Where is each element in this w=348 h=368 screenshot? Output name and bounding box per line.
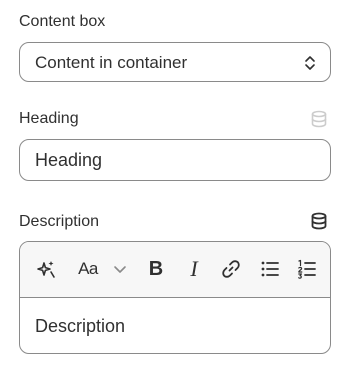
bullet-list-icon — [261, 261, 279, 277]
heading-field[interactable] — [19, 139, 331, 181]
heading-label: Heading — [19, 110, 79, 127]
database-icon — [311, 110, 327, 128]
bold-button[interactable]: B — [144, 257, 168, 281]
content-box-selected-value: Content in container — [35, 53, 188, 72]
italic-icon: I — [190, 256, 198, 281]
font-style-dropdown-button[interactable] — [108, 257, 132, 281]
link-icon — [222, 260, 240, 278]
font-style-icon: Aa — [78, 259, 98, 278]
description-label: Description — [19, 213, 100, 230]
content-box-label: Content box — [19, 13, 106, 30]
database-icon[interactable] — [310, 212, 328, 230]
chevron-down-icon — [114, 266, 126, 273]
font-style-button[interactable]: Aa — [74, 257, 102, 281]
italic-button[interactable]: I — [182, 257, 206, 281]
numbered-list-icon — [298, 259, 316, 279]
description-rich-text-editor[interactable]: Aa B I Description — [19, 241, 331, 354]
numbered-list-button[interactable] — [295, 257, 319, 281]
magic-button[interactable] — [34, 257, 58, 281]
select-chevrons-icon — [305, 56, 315, 70]
description-content[interactable]: Description — [35, 315, 125, 337]
link-button[interactable] — [219, 257, 243, 281]
rich-text-toolbar: Aa B I — [20, 242, 330, 298]
magic-icon — [37, 261, 55, 278]
bullet-list-button[interactable] — [258, 257, 282, 281]
heading-input[interactable] — [20, 140, 330, 180]
bold-icon: B — [148, 258, 164, 280]
content-box-select[interactable]: Content in container — [19, 42, 331, 82]
